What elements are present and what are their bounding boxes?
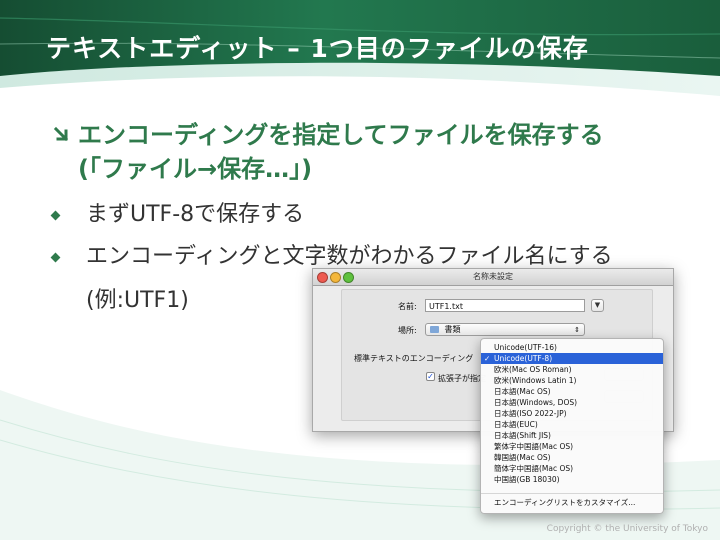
diamond-bullet-icon	[50, 210, 61, 221]
menu-item-encoding[interactable]: 欧米(Windows Latin 1)	[481, 375, 663, 386]
menu-item-encoding[interactable]: 繁体字中国語(Mac OS)	[481, 441, 663, 452]
folder-icon	[430, 326, 439, 333]
arrow-bullet-icon	[53, 126, 69, 142]
menu-item-encoding[interactable]: 中国語(GB 18030)	[481, 474, 663, 485]
name-label: 名前:	[398, 302, 417, 311]
menu-item-encoding[interactable]: 韓国語(Mac OS)	[481, 452, 663, 463]
main-bullet-text: エンコーディングを指定してファイルを保存する (「ファイル→保存…」)	[78, 118, 604, 186]
menu-item-customize[interactable]: エンコーディングリストをカスタマイズ...	[481, 497, 663, 508]
copyright-footer: Copyright © the University of Tokyo	[546, 524, 708, 534]
diamond-bullet-icon	[50, 252, 61, 263]
menu-item-encoding[interactable]: 日本語(Shift JIS)	[481, 430, 663, 441]
slide-header-band: テキストエディット – 1つ目のファイルの保存	[0, 0, 720, 100]
menu-item-encoding[interactable]: Unicode(UTF-16)	[481, 342, 663, 353]
sub-bullet-text: まずUTF-8で保存する	[86, 202, 305, 227]
menu-item-encoding[interactable]: 簡体字中国語(Mac OS)	[481, 463, 663, 474]
menu-item-encoding[interactable]: 日本語(Mac OS)	[481, 386, 663, 397]
menu-item-encoding[interactable]: 日本語(ISO 2022-JP)	[481, 408, 663, 419]
location-value: 書類	[444, 325, 461, 334]
up-down-arrows-icon: ⇕	[574, 326, 580, 334]
main-bullet-line2: (「ファイル→保存…」)	[78, 155, 313, 183]
slide-title: テキストエディット – 1つ目のファイルの保存	[46, 34, 589, 63]
menu-item-encoding[interactable]: 日本語(EUC)	[481, 419, 663, 430]
checkmark-icon: ✓	[427, 372, 434, 381]
where-label: 場所:	[398, 326, 417, 335]
menu-item-label: Unicode(UTF-8)	[494, 354, 553, 363]
encoding-menu[interactable]: Unicode(UTF-16) ✓ Unicode(UTF-8) 欧米(Mac …	[480, 338, 664, 514]
menu-item-encoding[interactable]: 日本語(Windows, DOS)	[481, 397, 663, 408]
extension-checkbox[interactable]: ✓	[426, 372, 435, 381]
checkmark-icon: ✓	[484, 354, 491, 363]
filename-input[interactable]: UTF1.txt	[425, 299, 585, 312]
expand-dialog-button[interactable]: ▼	[591, 299, 604, 312]
sub-bullet-1: まずUTF-8で保存する	[50, 198, 692, 234]
menu-separator	[481, 493, 663, 494]
window-titlebar: 名称未設定	[313, 269, 673, 286]
chevron-down-icon: ▼	[594, 301, 601, 309]
location-popup[interactable]: 書類 ⇕	[425, 323, 585, 336]
sub-bullet-continuation: (例:UTF1)	[86, 288, 189, 313]
menu-item-encoding[interactable]: 欧米(Mac OS Roman)	[481, 364, 663, 375]
main-bullet-line1: エンコーディングを指定してファイルを保存する	[78, 121, 604, 149]
menu-item-encoding-selected[interactable]: ✓ Unicode(UTF-8)	[481, 353, 663, 364]
window-title: 名称未設定	[473, 272, 513, 281]
encoding-label: 標準テキストのエンコーディング	[354, 354, 474, 363]
extension-checkbox-label: 拡張子が指定	[438, 374, 486, 383]
